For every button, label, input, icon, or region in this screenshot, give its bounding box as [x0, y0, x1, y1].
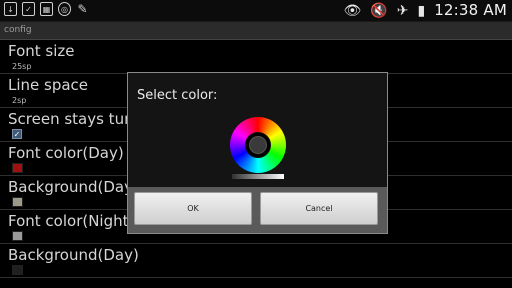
pen-icon: ✎: [77, 2, 88, 16]
pref-title: Font color(Day): [8, 144, 124, 162]
screen-on-checkbox[interactable]: ✓: [12, 129, 22, 139]
pref-summary: 2sp: [12, 96, 27, 105]
color-swatch: [12, 231, 23, 241]
pref-background-night[interactable]: Background(Day): [0, 244, 512, 278]
pref-title: Font size: [8, 42, 75, 60]
value-slider[interactable]: [232, 174, 284, 179]
airplane-icon: ✈: [396, 2, 409, 19]
pref-font-size[interactable]: Font size 25sp: [0, 40, 512, 74]
eye-icon: 👁: [343, 2, 362, 19]
battery-icon: ▮: [417, 2, 426, 19]
select-color-dialog: Select color: OK Cancel: [127, 72, 388, 234]
pref-summary: 25sp: [12, 62, 32, 71]
system-icons: 👁 🔇 ✈ ▮ 12:38 AM: [344, 1, 507, 20]
status-bar: ↓ ✓ ▦ ◎ ✎ 👁 🔇 ✈ ▮ 12:38 AM: [0, 0, 512, 22]
pref-title: Background(Day): [8, 178, 139, 196]
pref-title: Background(Day): [8, 246, 139, 264]
color-swatch: [12, 265, 23, 275]
clipboard-icon: ✓: [22, 2, 35, 16]
app-title-bar: config: [0, 22, 512, 40]
app-title: config: [4, 25, 32, 35]
color-swatch: [12, 197, 23, 207]
download-icon: ↓: [4, 2, 17, 16]
cancel-button[interactable]: Cancel: [260, 192, 378, 225]
clock: 12:38 AM: [434, 1, 507, 19]
pref-title: Line space: [8, 76, 89, 94]
dialog-title: Select color:: [137, 88, 218, 103]
dialog-button-bar: OK Cancel: [128, 187, 387, 233]
ok-button[interactable]: OK: [134, 192, 252, 225]
notification-icons: ↓ ✓ ▦ ◎ ✎: [4, 2, 89, 16]
calendar-icon: ▦: [40, 2, 53, 16]
selected-color-preview[interactable]: [249, 136, 267, 154]
pref-title: Font color(Night): [8, 212, 135, 230]
color-swatch: [12, 163, 23, 173]
circle-app-icon: ◎: [58, 2, 71, 16]
muted-icon: 🔇: [370, 2, 388, 19]
color-wheel[interactable]: [230, 117, 286, 173]
